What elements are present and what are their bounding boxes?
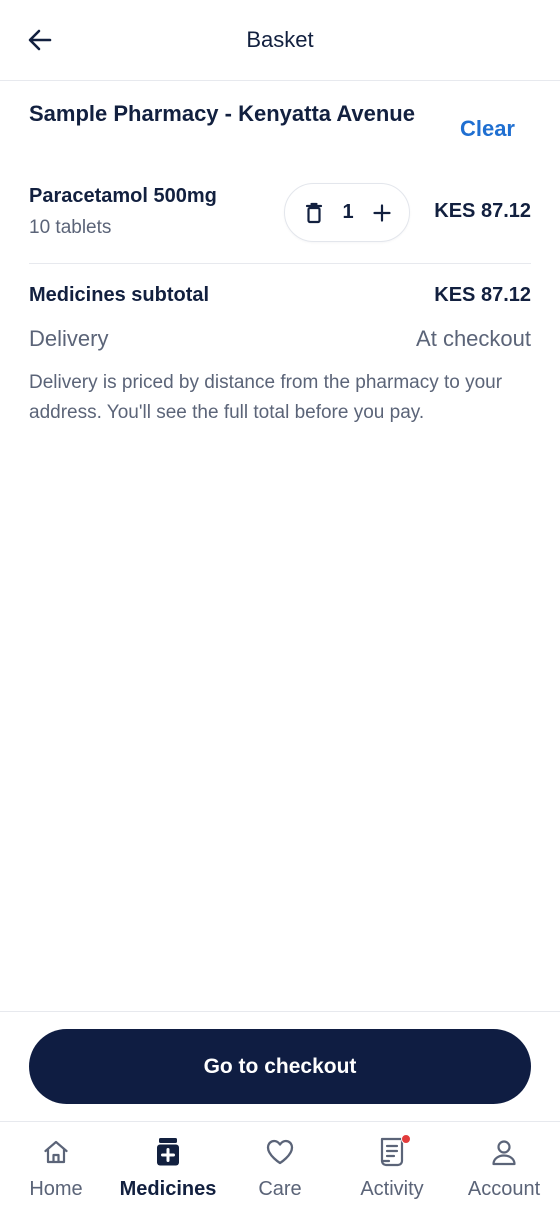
subtotal-label: Medicines subtotal	[29, 284, 210, 306]
nav-item-account[interactable]: Account	[448, 1122, 560, 1212]
delivery-note: Delivery is priced by distance from the …	[29, 372, 503, 423]
subtotal-value: KES 87.12	[434, 284, 531, 306]
pharmacy-name: Sample Pharmacy - Kenyatta Avenue	[29, 101, 415, 126]
nav-label-care: Care	[258, 1178, 302, 1200]
nav-item-medicines[interactable]: Medicines	[112, 1122, 224, 1212]
quantity-stepper: 1	[284, 183, 410, 242]
checkout-bar: Go to checkout	[0, 1011, 560, 1121]
page-title: Basket	[246, 27, 314, 52]
item-price: KES 87.12	[434, 200, 531, 222]
item-name: Paracetamol 500mg	[29, 185, 217, 207]
app-header: Basket	[0, 0, 560, 81]
nav-label-account: Account	[467, 1178, 541, 1200]
bottom-navigation: Home Medicines Care Activity Account	[0, 1121, 560, 1212]
nav-item-home[interactable]: Home	[0, 1122, 112, 1212]
plus-icon	[373, 203, 391, 222]
basket-screen: Basket Sample Pharmacy - Kenyatta Avenue…	[0, 0, 560, 1212]
delivery-label: Delivery	[29, 326, 109, 351]
nav-label-medicines: Medicines	[119, 1178, 217, 1200]
remove-item-button[interactable]	[305, 202, 323, 224]
notification-badge	[401, 1134, 411, 1144]
increase-quantity-button[interactable]	[373, 203, 391, 222]
nav-item-care[interactable]: Care	[224, 1122, 336, 1212]
item-description: 10 tablets	[29, 217, 112, 238]
user-icon	[492, 1140, 516, 1166]
nav-label-home: Home	[29, 1178, 83, 1200]
heart-icon	[266, 1139, 294, 1165]
quantity-value: 1	[342, 201, 354, 223]
nav-label-activity: Activity	[360, 1178, 424, 1200]
medicine-icon	[157, 1138, 179, 1166]
divider	[29, 263, 531, 264]
delivery-value: At checkout	[416, 326, 531, 351]
trash-icon	[305, 202, 323, 223]
go-to-checkout-button[interactable]: Go to checkout	[29, 1029, 531, 1104]
nav-item-activity[interactable]: Activity	[336, 1122, 448, 1212]
clear-basket-button[interactable]: Clear	[460, 116, 515, 142]
home-icon	[44, 1140, 68, 1164]
